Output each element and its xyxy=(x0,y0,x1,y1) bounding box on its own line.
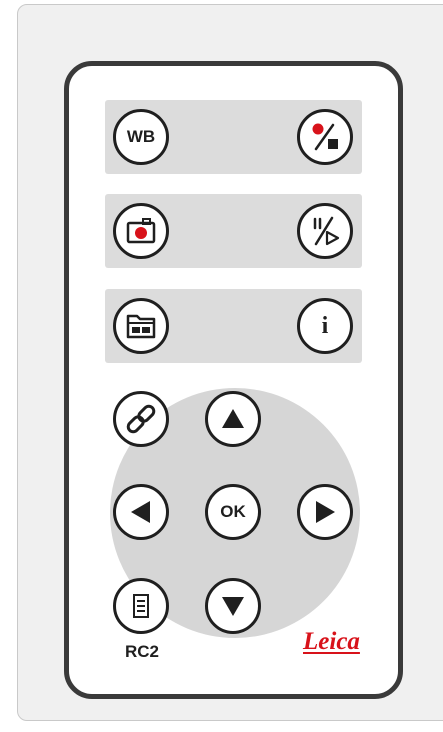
white-balance-button[interactable]: WB xyxy=(113,109,169,165)
record-stop-icon xyxy=(312,123,338,151)
pause-play-icon xyxy=(313,216,340,246)
arrow-down-button[interactable] xyxy=(205,578,261,634)
link-button[interactable] xyxy=(113,391,169,447)
menu-button[interactable] xyxy=(113,578,169,634)
arrow-left-icon xyxy=(131,501,150,523)
record-stop-button[interactable] xyxy=(297,109,353,165)
info-icon: i xyxy=(321,312,329,339)
gallery-button[interactable] xyxy=(113,298,169,354)
arrow-down-icon xyxy=(222,597,244,616)
gallery-folder-icon xyxy=(126,314,156,339)
capture-image-button[interactable] xyxy=(113,203,169,259)
arrow-up-button[interactable] xyxy=(205,391,261,447)
menu-list-icon xyxy=(133,594,149,618)
ok-button[interactable]: OK xyxy=(205,484,261,540)
white-balance-label: WB xyxy=(126,127,156,146)
pause-play-button[interactable] xyxy=(297,203,353,259)
arrow-right-button[interactable] xyxy=(297,484,353,540)
info-button[interactable]: i xyxy=(297,298,353,354)
ok-label: OK xyxy=(220,502,246,521)
remote-control-body: WB i OK RC2 Leica xyxy=(64,61,403,699)
arrow-left-button[interactable] xyxy=(113,484,169,540)
model-label: RC2 xyxy=(125,642,160,661)
arrow-right-icon xyxy=(316,501,335,523)
arrow-up-icon xyxy=(222,409,244,428)
link-icon xyxy=(126,404,156,434)
camera-icon xyxy=(126,218,156,244)
brand-logo: Leica xyxy=(303,628,360,655)
